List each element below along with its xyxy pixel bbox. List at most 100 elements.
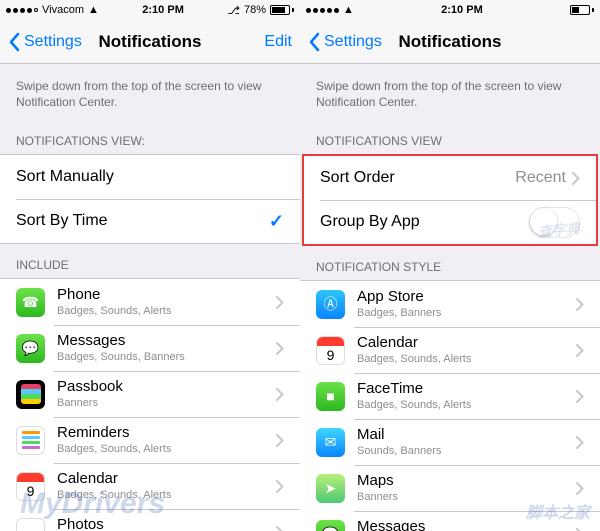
app-sub: Badges, Sounds, Banners [57,351,276,364]
content[interactable]: Swipe down from the top of the screen to… [300,64,600,531]
maps-icon: ➤ [316,474,345,503]
mail-icon: ✉ [316,428,345,457]
app-name: Reminders [57,424,276,442]
app-row-photos[interactable]: ✿ PhotosBadges, Sounds, Banners [0,509,300,531]
option-sort-manually[interactable]: Sort Manually [0,155,300,199]
row-group-by-app[interactable]: Group By App [304,200,596,244]
hint-text: Swipe down from the top of the screen to… [0,64,300,120]
passbook-icon [16,380,45,409]
app-row-phone[interactable]: ☎ PhoneBadges, Sounds, Alerts [0,279,300,325]
battery-icon [270,5,294,15]
chevron-right-icon [576,344,584,357]
edit-button[interactable]: Edit [264,33,292,51]
app-row-reminders[interactable]: RemindersBadges, Sounds, Alerts [0,417,300,463]
status-bar: ▲ 2:10 PM [300,0,600,20]
bluetooth-icon: ⎇ [227,4,240,17]
content[interactable]: Swipe down from the top of the screen to… [0,64,300,531]
wifi-icon: ▲ [343,4,354,16]
app-name: Passbook [57,378,276,396]
chevron-right-icon [576,390,584,403]
wifi-icon: ▲ [88,4,99,16]
messages-icon: 💬 [316,520,345,531]
chevron-left-icon [8,32,20,52]
app-sub: Badges, Banners [357,307,576,320]
chevron-right-icon [276,388,284,401]
chevron-right-icon [276,296,284,309]
app-sub: Sounds, Banners [357,445,576,458]
app-sub: Badges, Sounds, Alerts [57,489,276,502]
status-time: 2:10 PM [142,4,184,16]
cell-label: Sort Order [320,169,515,187]
app-name: Maps [357,472,576,490]
app-row-maps[interactable]: ➤ MapsBanners [300,465,600,511]
chevron-right-icon [276,342,284,355]
chevron-right-icon [576,298,584,311]
nav-bar: Settings Notifications [300,20,600,64]
chevron-left-icon [308,32,320,52]
cell-label: Group By App [320,213,529,231]
status-time: 2:10 PM [441,4,483,16]
app-row-calendar[interactable]: 9 CalendarBadges, Sounds, Alerts [300,327,600,373]
back-label: Settings [24,33,82,51]
chevron-right-icon [276,434,284,447]
checkmark-icon: ✓ [269,211,284,232]
appstore-icon: Ⓐ [316,290,345,319]
screen-right: ▲ 2:10 PM Settings Notifications Swipe d… [300,0,600,531]
photos-icon: ✿ [16,518,45,531]
app-row-mail[interactable]: ✉ MailSounds, Banners [300,419,600,465]
app-name: Messages [57,332,276,350]
messages-icon: 💬 [16,334,45,363]
app-row-messages[interactable]: 💬 MessagesBadges, Sounds, Banners [300,511,600,531]
app-name: Calendar [57,470,276,488]
app-sub: Banners [357,491,576,504]
app-name: FaceTime [357,380,576,398]
chevron-right-icon [276,480,284,493]
app-sub: Badges, Sounds, Alerts [357,353,576,366]
phone-icon: ☎ [16,288,45,317]
chevron-right-icon [576,436,584,449]
cell-value: Recent [515,169,566,187]
switch-group-by-app[interactable] [529,207,580,238]
screen-left: Vivacom ▲ 2:10 PM ⎇ 78% Settings Notific… [0,0,300,531]
carrier-label: Vivacom [42,4,84,16]
chevron-right-icon [572,172,580,185]
app-name: App Store [357,288,576,306]
highlight-box: Sort Order Recent Group By App [302,154,598,246]
reminders-icon [16,426,45,455]
app-name: Photos [57,516,276,531]
section-header-include: INCLUDE [0,244,300,278]
back-button[interactable]: Settings [8,32,82,52]
app-sub: Banners [57,397,276,410]
option-sort-by-time[interactable]: Sort By Time ✓ [0,199,300,243]
app-row-messages[interactable]: 💬 MessagesBadges, Sounds, Banners [0,325,300,371]
section-header-view: NOTIFICATIONS VIEW [300,120,600,154]
back-label: Settings [324,33,382,51]
chevron-right-icon [276,526,284,531]
app-sub: Badges, Sounds, Alerts [357,399,576,412]
section-header-style: NOTIFICATION STYLE [300,246,600,280]
app-row-appstore[interactable]: Ⓐ App StoreBadges, Banners [300,281,600,327]
cell-label: Sort By Time [16,212,269,230]
app-sub: Badges, Sounds, Alerts [57,305,276,318]
calendar-icon: 9 [316,336,345,365]
cell-label: Sort Manually [16,168,284,186]
back-button[interactable]: Settings [308,32,382,52]
calendar-icon: 9 [16,472,45,501]
nav-bar: Settings Notifications Edit [0,20,300,64]
section-header-view: NOTIFICATIONS VIEW: [0,120,300,154]
row-sort-order[interactable]: Sort Order Recent [304,156,596,200]
app-name: Calendar [357,334,576,352]
app-row-passbook[interactable]: PassbookBanners [0,371,300,417]
status-bar: Vivacom ▲ 2:10 PM ⎇ 78% [0,0,300,20]
hint-text: Swipe down from the top of the screen to… [300,64,600,120]
facetime-icon: ■ [316,382,345,411]
app-name: Mail [357,426,576,444]
signal-dots-icon [306,8,339,13]
app-row-facetime[interactable]: ■ FaceTimeBadges, Sounds, Alerts [300,373,600,419]
signal-dots-icon [6,8,38,13]
app-name: Phone [57,286,276,304]
app-name: Messages [357,518,576,531]
battery-percent: 78% [244,4,266,16]
chevron-right-icon [576,482,584,495]
app-row-calendar[interactable]: 9 CalendarBadges, Sounds, Alerts [0,463,300,509]
